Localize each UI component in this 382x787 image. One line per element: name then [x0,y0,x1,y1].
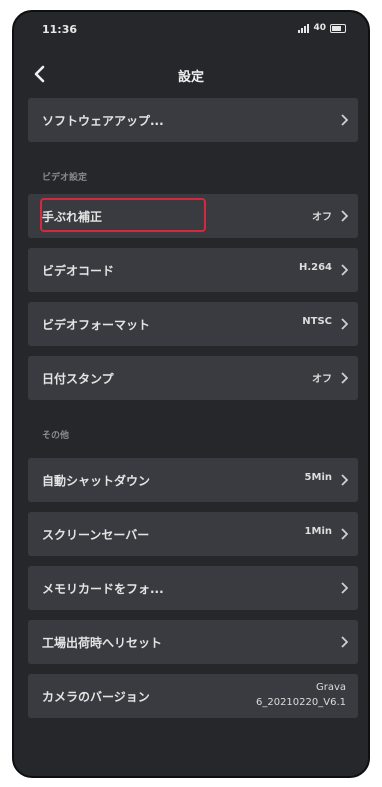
format-memory-card-row[interactable]: メモリカードをフォ... [28,566,358,610]
chevron-right-icon [341,372,348,384]
chevron-right-icon [341,528,348,540]
software-update-row[interactable]: ソフトウェアアップ... [28,98,358,142]
row-label: ビデオコード [42,264,115,278]
row-label: スクリーンセーバー [42,528,150,542]
row-label: 自動シャットダウン [42,474,151,488]
version-line-2: 6_20210220_V6.1 [255,697,346,708]
chevron-right-icon [341,264,348,276]
chevron-right-icon [341,318,348,330]
row-value: オフ [312,374,332,385]
camera-version-row: カメラのバージョン Grava 6_20210220_V6.1 [28,674,358,718]
date-stamp-row[interactable]: 日付スタンプ オフ [28,356,358,400]
video-format-row[interactable]: ビデオフォーマット NTSC [28,302,358,346]
version-line-1: Grava [315,682,346,693]
row-value: H.264 [298,262,332,273]
factory-reset-row[interactable]: 工場出荷時へリセット [28,620,358,664]
nav-bar: 設定 [14,54,368,94]
row-label: ビデオフォーマット [42,318,151,332]
row-label: カメラのバージョン [42,690,150,704]
row-value: NTSC [302,316,332,327]
battery-level: 40 [313,23,326,33]
highlight-box [40,198,206,232]
screen-saver-row[interactable]: スクリーンセーバー 1Min [28,512,358,556]
chevron-right-icon [341,210,348,222]
auto-shutdown-row[interactable]: 自動シャットダウン 5Min [28,458,358,502]
page-title: 設定 [177,70,204,85]
section-label-video: ビデオ設定 [42,173,88,183]
phone-screen: 11:36 40 設定 ソフトウェアアップ... ビデオ設定 手ぶれ補正 オフ … [12,10,370,778]
status-bar: 11:36 40 [14,12,368,46]
row-value: 5Min [304,472,332,483]
row-value: 1Min [304,526,332,537]
video-codec-row[interactable]: ビデオコード H.264 [28,248,358,292]
section-label-other: その他 [42,431,70,441]
row-label: 日付スタンプ [42,372,114,386]
status-icons: 40 [298,23,346,33]
status-time: 11:36 [42,23,78,36]
signal-icon [298,23,310,33]
row-value: オフ [312,212,332,223]
chevron-right-icon [341,474,348,486]
chevron-right-icon [341,636,348,648]
chevron-right-icon [341,114,348,126]
row-label: 工場出荷時へリセット [42,636,163,650]
chevron-right-icon [341,582,348,594]
row-label: ソフトウェアアップ... [42,114,164,128]
battery-icon [330,23,346,33]
row-label: メモリカードをフォ... [42,582,164,596]
version-value: Grava 6_20210220_V6.1 [256,680,346,710]
